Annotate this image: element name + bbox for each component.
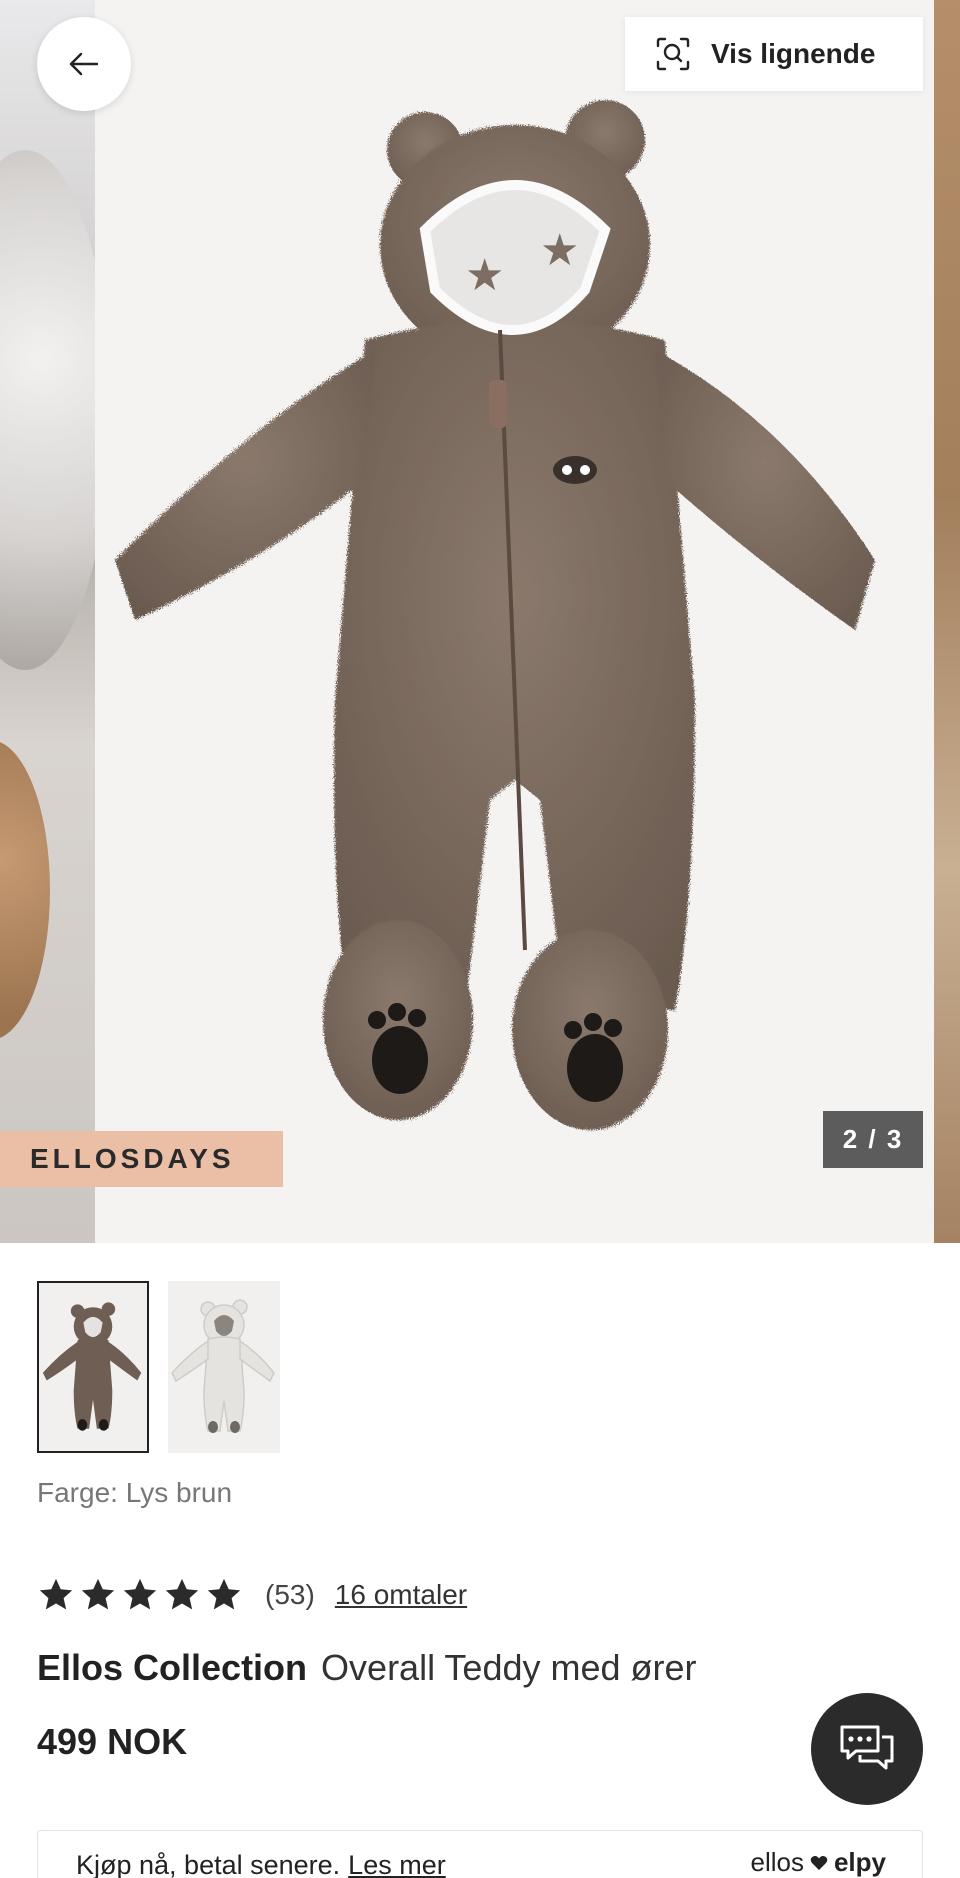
star-icon <box>39 1578 73 1610</box>
scan-search-icon <box>656 37 690 71</box>
elpy-logo-text: elpy <box>833 1847 886 1877</box>
heart-icon <box>810 1855 828 1870</box>
product-image-gallery[interactable]: ★ ★ Vis lignende ELLOSDAYS 2 / 3 <box>0 0 960 1243</box>
next-image-peek[interactable] <box>934 0 960 1243</box>
teddy-overall-illustration: ★ ★ <box>115 100 875 1130</box>
product-brand: Ellos Collection <box>37 1647 308 1688</box>
chat-bubbles-icon <box>840 1725 894 1770</box>
arrow-left-icon <box>69 52 99 76</box>
star-icon <box>207 1578 241 1610</box>
svg-text:★: ★ <box>465 250 504 301</box>
payment-read-more-link[interactable]: Les mer <box>348 1850 446 1878</box>
promo-tag: ELLOSDAYS <box>0 1131 283 1187</box>
ellos-logo-text: ellos <box>750 1847 804 1877</box>
thumbnail-brown[interactable] <box>37 1281 149 1453</box>
rating-row: (53) 16 omtaler <box>37 1570 467 1620</box>
star-rating <box>37 1576 243 1614</box>
rating-count: (53) <box>265 1579 315 1610</box>
product-price: 499 NOK <box>37 1721 188 1762</box>
product-main-image[interactable]: ★ ★ <box>95 0 934 1243</box>
product-name: Overall Teddy med ører <box>321 1647 697 1688</box>
star-icon <box>165 1578 199 1610</box>
fur-texture <box>0 150 95 670</box>
payment-text: Kjøp nå, betal senere. <box>76 1849 341 1878</box>
color-label: Farge: Lys brun <box>37 1477 233 1508</box>
reviews-link[interactable]: 16 omtaler <box>335 1579 467 1611</box>
svg-text:★: ★ <box>540 225 579 276</box>
show-similar-label: Vis lignende <box>711 38 876 69</box>
brown-fur-texture <box>0 740 50 1040</box>
thumbnail-brown-image <box>42 1302 142 1431</box>
star-icon <box>123 1578 157 1610</box>
previous-image-peek[interactable] <box>0 0 95 1243</box>
chat-button[interactable] <box>811 1693 923 1805</box>
thumbnail-white[interactable] <box>168 1281 280 1453</box>
payment-banner: Kjøp nå, betal senere. Les mer ellos elp… <box>37 1830 923 1878</box>
back-button[interactable] <box>37 17 131 111</box>
ellos-elpy-logo: ellos elpy <box>750 1847 886 1878</box>
image-counter: 2 / 3 <box>823 1111 923 1168</box>
show-similar-button[interactable]: Vis lignende <box>625 17 923 91</box>
product-title: Ellos Collection Overall Teddy med ører <box>37 1647 697 1689</box>
thumbnail-white-image <box>171 1299 275 1433</box>
star-icon <box>81 1578 115 1610</box>
